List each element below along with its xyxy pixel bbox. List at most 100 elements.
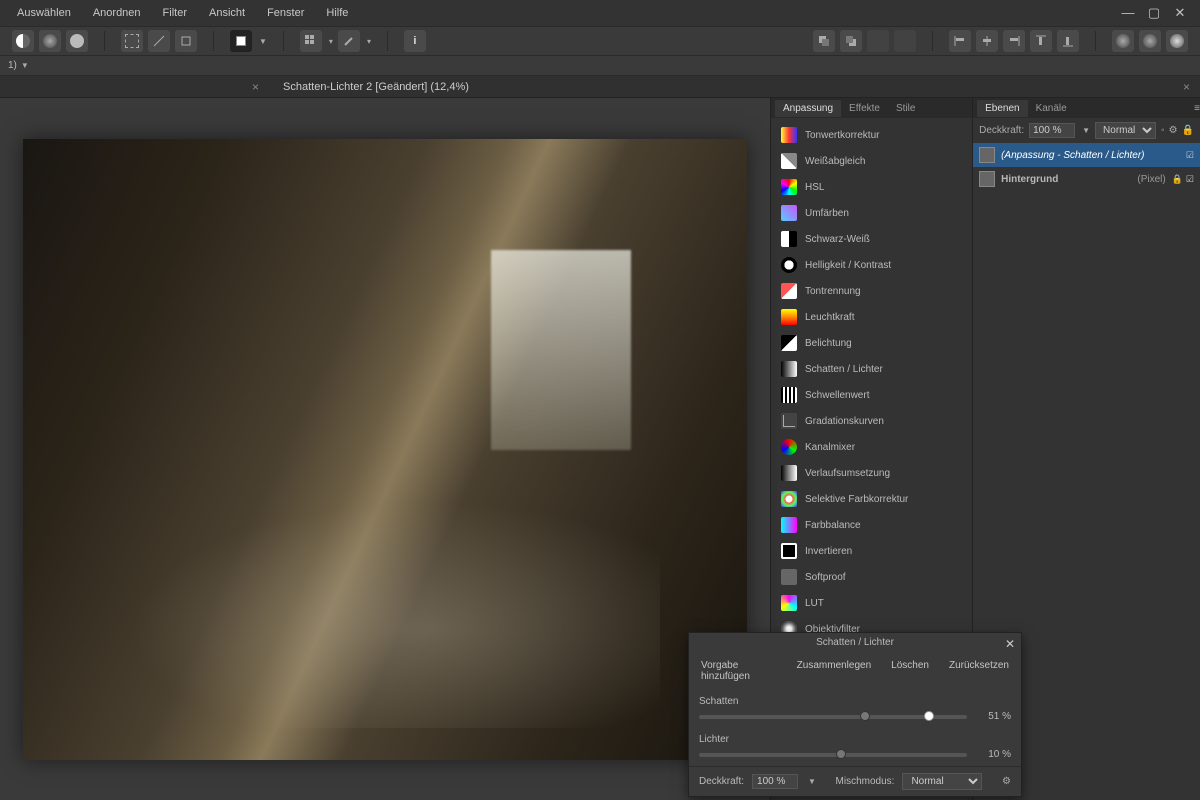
gear-icon[interactable]: ⚙: [1002, 776, 1011, 787]
menu-ansicht[interactable]: Ansicht: [198, 2, 256, 24]
adjustment-helligkeit-kontrast[interactable]: Helligkeit / Kontrast: [771, 252, 972, 278]
menu-anordnen[interactable]: Anordnen: [82, 2, 152, 24]
tab-close-left[interactable]: ×: [252, 80, 259, 94]
tab-effects[interactable]: Effekte: [841, 100, 888, 117]
tab-adjustments[interactable]: Anpassung: [775, 100, 841, 117]
arrange-back[interactable]: [840, 30, 862, 52]
tab-channels[interactable]: Kanäle: [1028, 100, 1075, 117]
menu-auswählen[interactable]: Auswählen: [6, 2, 82, 24]
chevron-down-icon[interactable]: ▼: [1082, 126, 1090, 135]
chevron-down-icon[interactable]: ▼: [808, 777, 816, 786]
adjustment-leuchtkraft[interactable]: Leuchtkraft: [771, 304, 972, 330]
chevron-down-icon[interactable]: ▼: [21, 61, 29, 70]
wb-icon: [781, 153, 797, 169]
info-tool[interactable]: i: [404, 30, 426, 52]
lut-icon: [781, 595, 797, 611]
adjustment-gradationskurven[interactable]: Gradationskurven: [771, 408, 972, 434]
gear-icon[interactable]: ⚙: [1169, 125, 1178, 136]
adjustment-label: Farbbalance: [805, 520, 861, 531]
arrange-front[interactable]: [813, 30, 835, 52]
menu-filter[interactable]: Filter: [152, 2, 198, 24]
adjustment-kanalmixer[interactable]: Kanalmixer: [771, 434, 972, 460]
shadows-slider-mark[interactable]: [924, 711, 934, 721]
minimize-icon[interactable]: —: [1120, 5, 1136, 21]
delete-button[interactable]: Löschen: [887, 658, 933, 684]
menu-fenster[interactable]: Fenster: [256, 2, 315, 24]
shadows-slider-thumb[interactable]: [860, 711, 870, 721]
merge-button[interactable]: Zusammenlegen: [793, 658, 875, 684]
adjustment-schatten-lichter[interactable]: Schatten / Lichter: [771, 356, 972, 382]
add-preset-button[interactable]: Vorgabe hinzufügen: [697, 658, 785, 684]
document-image: [23, 139, 747, 760]
inv-icon: [781, 543, 797, 559]
cloud-3[interactable]: [1166, 30, 1188, 52]
lights-slider-thumb[interactable]: [836, 749, 846, 759]
adjustment-tontrennung[interactable]: Tontrennung: [771, 278, 972, 304]
gradient-tool[interactable]: [39, 30, 61, 52]
tab-styles[interactable]: Stile: [888, 100, 923, 117]
lock-icon[interactable]: 🔒: [1172, 174, 1183, 185]
adjustment-schwellenwert[interactable]: Schwellenwert: [771, 382, 972, 408]
lights-slider[interactable]: [699, 753, 967, 757]
marquee-tool[interactable]: [121, 30, 143, 52]
maximize-icon[interactable]: ▢: [1146, 5, 1162, 21]
menu-hilfe[interactable]: Hilfe: [315, 2, 359, 24]
arrange-4[interactable]: [894, 30, 916, 52]
dialog-opacity-input[interactable]: [752, 774, 798, 789]
visibility-checkbox[interactable]: ☑: [1186, 150, 1194, 161]
align-bottom-icon: [1061, 34, 1075, 48]
swatch-tool[interactable]: [230, 30, 252, 52]
adjustment-label: Leuchtkraft: [805, 312, 854, 323]
adjustment-umf-rben[interactable]: Umfärben: [771, 200, 972, 226]
adjustment-hsl[interactable]: HSL: [771, 174, 972, 200]
line-tool[interactable]: [148, 30, 170, 52]
chevron-down-icon[interactable]: ▾: [329, 37, 333, 46]
tab-layers[interactable]: Ebenen: [977, 100, 1027, 117]
document-tab[interactable]: ×: [240, 77, 271, 97]
align-bottom[interactable]: [1057, 30, 1079, 52]
close-icon[interactable]: ✕: [1172, 5, 1188, 21]
canvas-viewport[interactable]: [0, 98, 770, 800]
layer-row[interactable]: Hintergrund (Pixel)🔒☑: [973, 167, 1200, 191]
align-top[interactable]: [1030, 30, 1052, 52]
layer-options-icon[interactable]: ◦: [1161, 125, 1165, 136]
layers-controls: Deckkraft: ▼ Normal ◦ ⚙ 🔒: [973, 118, 1200, 143]
adjustment-schwarz-wei-[interactable]: Schwarz-Weiß: [771, 226, 972, 252]
crop-tool[interactable]: [175, 30, 197, 52]
lights-label: Lichter: [699, 734, 1011, 745]
lock-icon[interactable]: 🔒: [1182, 125, 1194, 136]
dialog-close-icon[interactable]: ✕: [1005, 637, 1015, 651]
arrange-3[interactable]: [867, 30, 889, 52]
cloud-2[interactable]: [1139, 30, 1161, 52]
adjustment-selektive-farbkorrektur[interactable]: Selektive Farbkorrektur: [771, 486, 972, 512]
adjustment-wei-abgleich[interactable]: Weißabgleich: [771, 148, 972, 174]
panel-menu-icon[interactable]: ≡: [1194, 103, 1200, 114]
opacity-input[interactable]: [1029, 123, 1075, 138]
tonal-tool[interactable]: [12, 30, 34, 52]
brush-tool[interactable]: [338, 30, 360, 52]
chevron-down-icon[interactable]: ▾: [367, 37, 371, 46]
adjustment-tonwertkorrektur[interactable]: Tonwertkorrektur: [771, 122, 972, 148]
tab-close-right[interactable]: ×: [1183, 80, 1200, 94]
visibility-checkbox[interactable]: ☑: [1186, 174, 1194, 185]
layer-row[interactable]: (Anpassung - Schatten / Lichter)☑: [973, 143, 1200, 167]
shadows-slider[interactable]: [699, 715, 967, 719]
adjustment-invertieren[interactable]: Invertieren: [771, 538, 972, 564]
adjustment-belichtung[interactable]: Belichtung: [771, 330, 972, 356]
reset-button[interactable]: Zurücksetzen: [945, 658, 1013, 684]
adjustment-verlaufsumsetzung[interactable]: Verlaufsumsetzung: [771, 460, 972, 486]
fill-tool[interactable]: [66, 30, 88, 52]
adjustment-farbbalance[interactable]: Farbbalance: [771, 512, 972, 538]
grid-tool[interactable]: [300, 30, 322, 52]
align-center[interactable]: [976, 30, 998, 52]
dialog-blend-select[interactable]: Normal: [902, 773, 982, 790]
cloud-1[interactable]: [1112, 30, 1134, 52]
document-tab-active[interactable]: Schatten-Lichter 2 [Geändert] (12,4%): [271, 78, 481, 96]
adjustment-softproof[interactable]: Softproof: [771, 564, 972, 590]
adjustment-lut[interactable]: LUT: [771, 590, 972, 616]
align-left[interactable]: [949, 30, 971, 52]
shadows-highlights-dialog[interactable]: Schatten / Lichter ✕ Vorgabe hinzufügen …: [688, 632, 1022, 797]
align-right[interactable]: [1003, 30, 1025, 52]
blend-mode-select[interactable]: Normal: [1095, 122, 1156, 139]
chevron-down-icon[interactable]: ▼: [259, 37, 267, 46]
